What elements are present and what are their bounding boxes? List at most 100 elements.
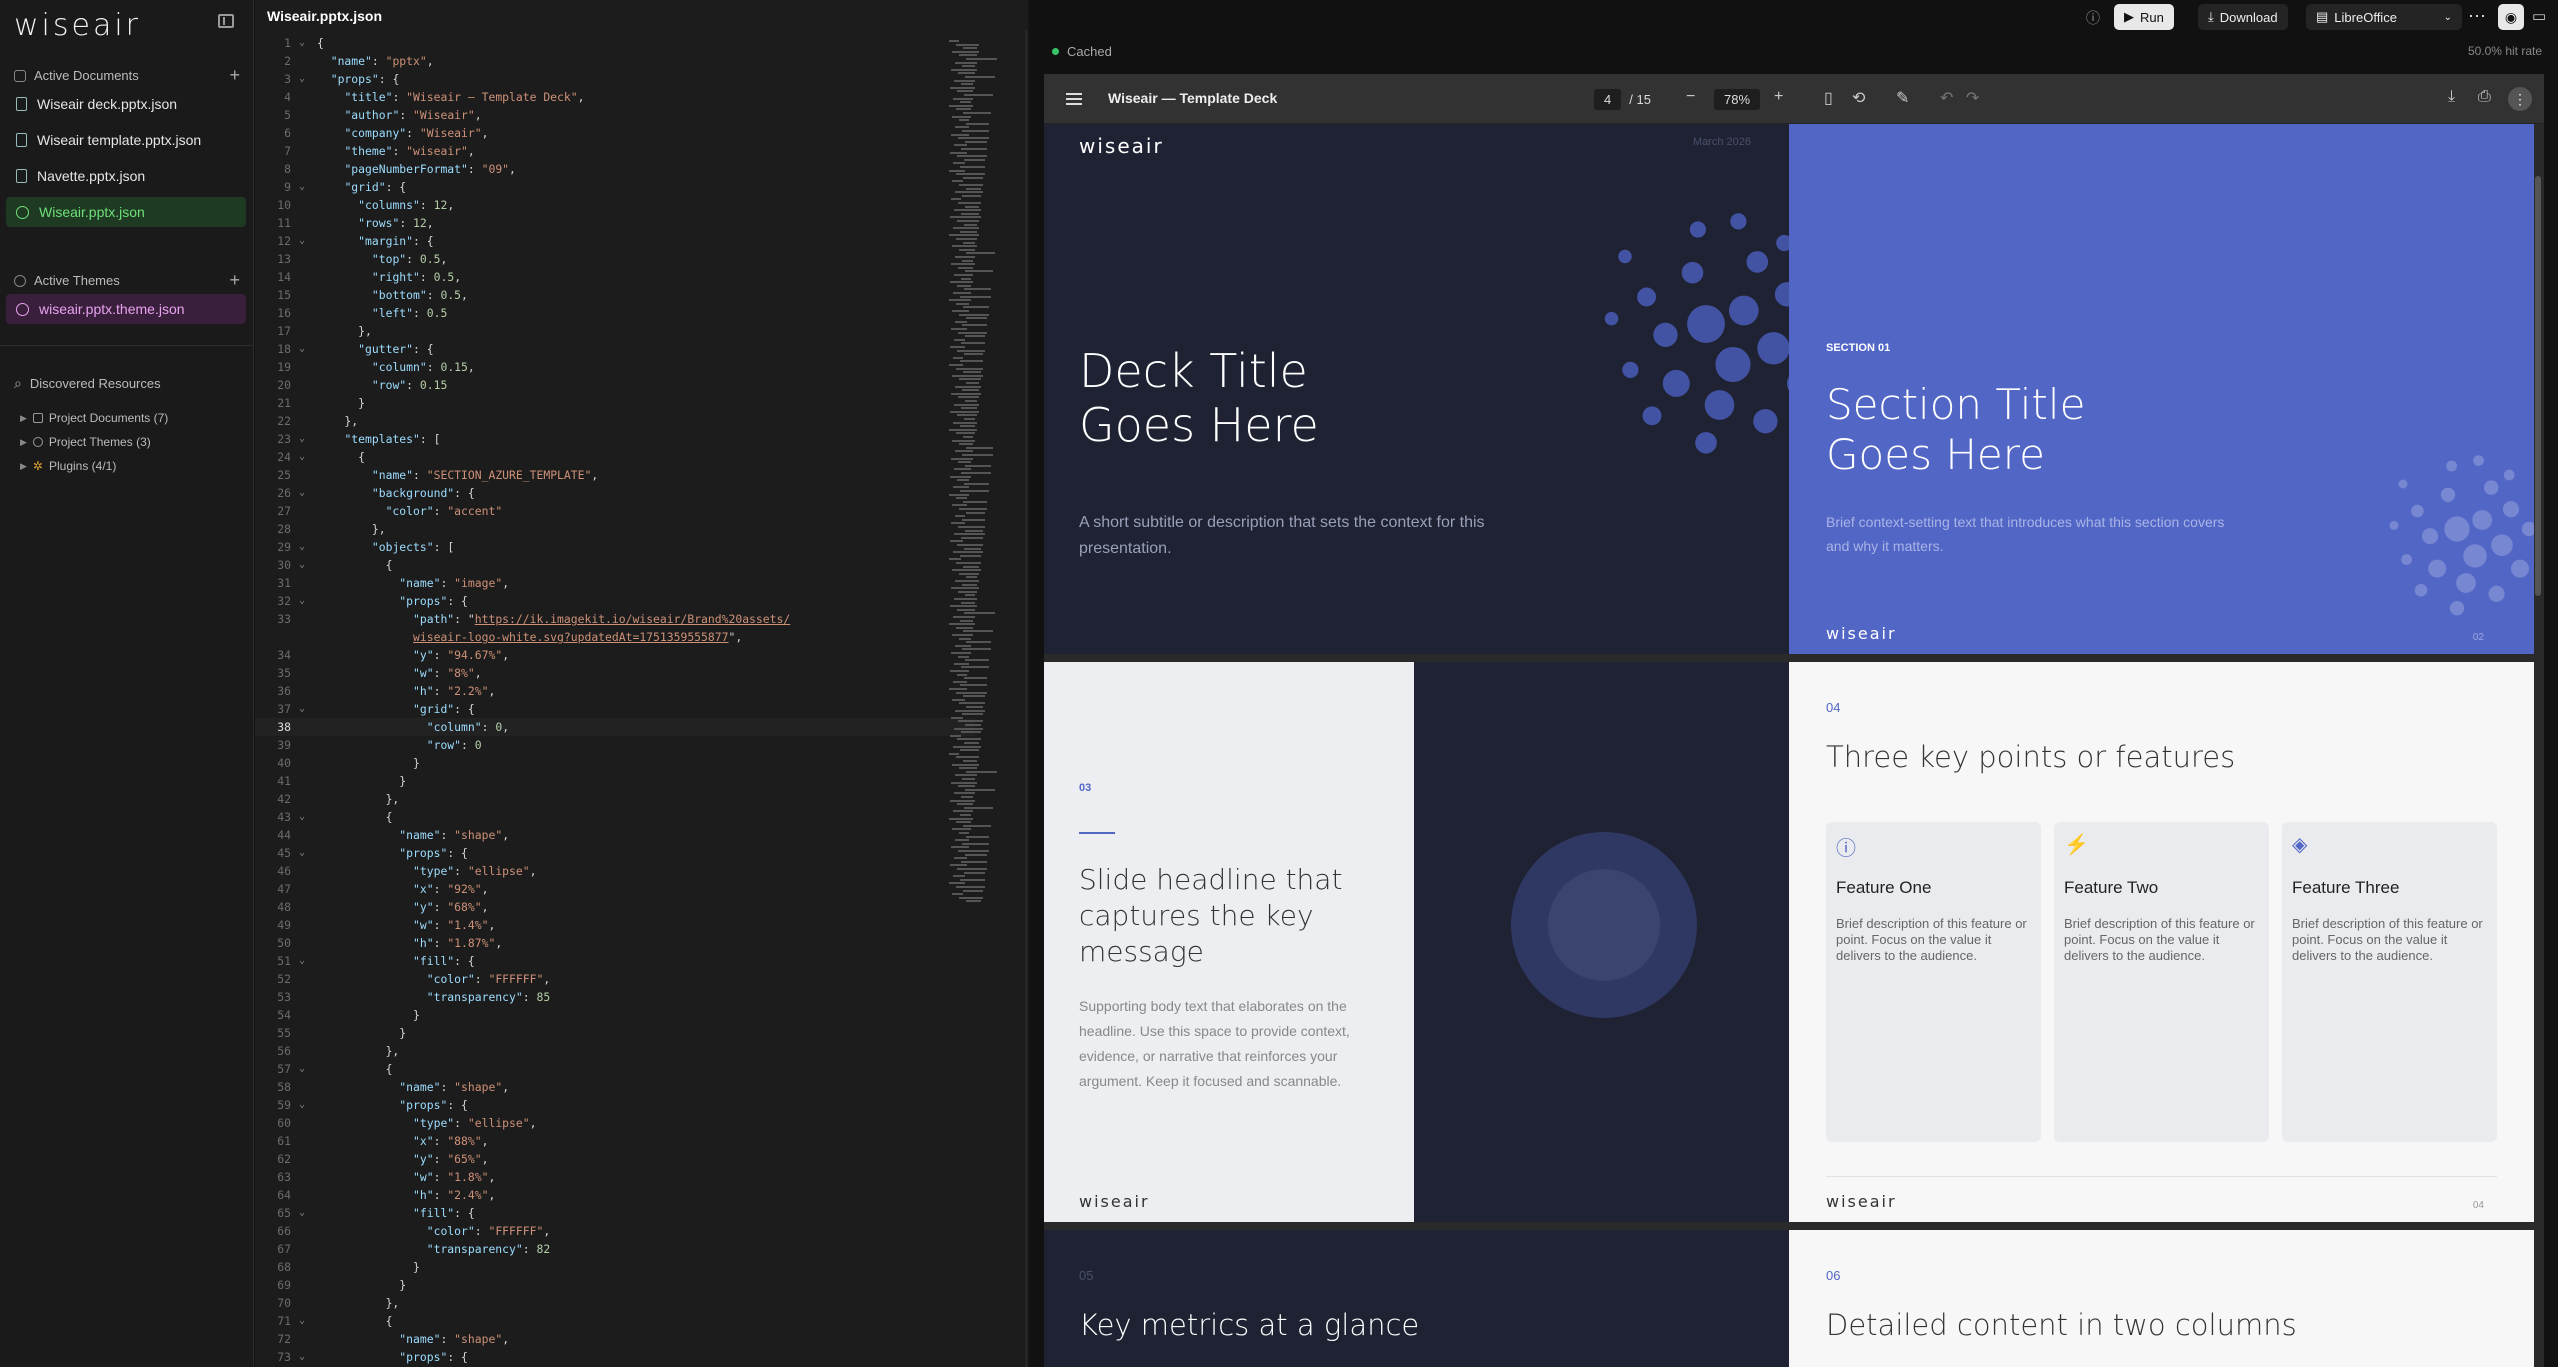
code-line[interactable]: 5 "author": "Wiseair", — [255, 106, 975, 124]
redo-icon[interactable]: ↷ — [1966, 88, 1979, 108]
code-line[interactable]: 23 ⌄ "templates": [ — [255, 430, 975, 448]
doc-item-wiseair-deck[interactable]: Wiseair deck.pptx.json — [6, 89, 246, 119]
code-line[interactable]: 51 ⌄ "fill": { — [255, 952, 975, 970]
code-line[interactable]: 29 ⌄ "objects": [ — [255, 538, 975, 556]
code-line[interactable]: 21 } — [255, 394, 975, 412]
code-line[interactable]: 60 "type": "ellipse", — [255, 1114, 975, 1132]
chat-icon[interactable]: ▭ — [2532, 7, 2546, 25]
code-line[interactable]: 55 } — [255, 1024, 975, 1042]
code-line[interactable]: 10 "columns": 12, — [255, 196, 975, 214]
code-line[interactable]: 54 } — [255, 1006, 975, 1024]
tree-project-documents[interactable]: ▶ Project Documents (7) — [20, 411, 168, 425]
code-area[interactable]: 1 ⌄{2 "name": "pptx", 3 ⌄ "props": {4 "titl… — [255, 34, 975, 1367]
code-line[interactable]: wiseair-logo-white.svg?updatedAt=1751359… — [255, 628, 975, 646]
doc-item-navette[interactable]: Navette.pptx.json — [6, 161, 246, 191]
add-document-button[interactable]: + — [229, 65, 240, 86]
code-line[interactable]: 57 ⌄ { — [255, 1060, 975, 1078]
tree-project-themes[interactable]: ▶ Project Themes (3) — [20, 435, 151, 449]
code-line[interactable]: 56 }, — [255, 1042, 975, 1060]
code-line[interactable]: 12 ⌄ "margin": { — [255, 232, 975, 250]
code-line[interactable]: 7 "theme": "wiseair", — [255, 142, 975, 160]
renderer-select[interactable]: ▤ LibreOffice ⌄ — [2306, 4, 2462, 30]
code-line[interactable]: 70 }, — [255, 1294, 975, 1312]
editor-splitter[interactable] — [1025, 30, 1028, 1367]
download-button[interactable]: ⤓ Download — [2198, 4, 2288, 30]
add-theme-button[interactable]: + — [229, 270, 240, 291]
code-line[interactable]: 59 ⌄ "props": { — [255, 1096, 975, 1114]
code-line[interactable]: 18 ⌄ "gutter": { — [255, 340, 975, 358]
code-line[interactable]: 69 } — [255, 1276, 975, 1294]
menu-icon[interactable] — [1066, 93, 1082, 105]
code-line[interactable]: 26 ⌄ "background": { — [255, 484, 975, 502]
code-line[interactable]: 73 ⌄ "props": { — [255, 1348, 975, 1366]
code-line[interactable]: 67 "transparency": 82 — [255, 1240, 975, 1258]
code-line[interactable]: 32 ⌄ "props": { — [255, 592, 975, 610]
code-line[interactable]: 43 ⌄ { — [255, 808, 975, 826]
code-line[interactable]: 40 } — [255, 754, 975, 772]
code-line[interactable]: 19 "column": 0.15, — [255, 358, 975, 376]
code-line[interactable]: 42 }, — [255, 790, 975, 808]
code-line[interactable]: 37 ⌄ "grid": { — [255, 700, 975, 718]
code-line[interactable]: 25 "name": "SECTION_AZURE_TEMPLATE", — [255, 466, 975, 484]
code-line[interactable]: 35 "w": "8%", — [255, 664, 975, 682]
code-line[interactable]: 66 "color": "FFFFFF", — [255, 1222, 975, 1240]
theme-item-wiseair[interactable]: wiseair.pptx.theme.json — [6, 294, 246, 324]
code-line[interactable]: 61 "x": "88%", — [255, 1132, 975, 1150]
code-line[interactable]: 27 "color": "accent" — [255, 502, 975, 520]
rotate-icon[interactable]: ⟲ — [1852, 88, 1865, 108]
slide-5[interactable]: 05 Key metrics at a glance — [1044, 1230, 1789, 1367]
code-line[interactable]: 34 "y": "94.67%", — [255, 646, 975, 664]
code-line[interactable]: 17 }, — [255, 322, 975, 340]
code-line[interactable]: 4 "title": "Wiseair — Template Deck", — [255, 88, 975, 106]
slide-1[interactable]: wiseair March 2026 Deck Title Goes Here A… — [1044, 124, 1789, 654]
collapse-sidebar-icon[interactable] — [218, 14, 234, 28]
code-line[interactable]: 28 }, — [255, 520, 975, 538]
doc-item-wiseair-active[interactable]: Wiseair.pptx.json — [6, 197, 246, 227]
code-line[interactable]: 39 "row": 0 — [255, 736, 975, 754]
info-icon[interactable]: ⓘ — [2086, 8, 2100, 28]
slide-pages[interactable]: wiseair March 2026 Deck Title Goes Here A… — [1044, 124, 2544, 1367]
code-line[interactable]: 22 }, — [255, 412, 975, 430]
code-line[interactable]: 15 "bottom": 0.5, — [255, 286, 975, 304]
code-line[interactable]: 20 "row": 0.15 — [255, 376, 975, 394]
viewer-scrollbar[interactable] — [2534, 176, 2542, 1367]
code-line[interactable]: 2 "name": "pptx", — [255, 52, 975, 70]
code-line[interactable]: 33 "path": "https://ik.imagekit.io/wisea… — [255, 610, 975, 628]
code-line[interactable]: 41 } — [255, 772, 975, 790]
code-line[interactable]: 52 "color": "FFFFFF", — [255, 970, 975, 988]
undo-icon[interactable]: ↶ — [1940, 88, 1953, 108]
preview-toggle-eye-icon[interactable]: ◉ — [2498, 4, 2524, 30]
code-line[interactable]: 6 "company": "Wiseair", — [255, 124, 975, 142]
code-line[interactable]: 1 ⌄{ — [255, 34, 975, 52]
zoom-level[interactable]: 78% — [1714, 87, 1761, 111]
code-line[interactable]: 24 ⌄ { — [255, 448, 975, 466]
page-input[interactable]: 4 — [1594, 88, 1622, 110]
slide-4[interactable]: 04 Three key points or features ⓘ Feature… — [1789, 662, 2534, 1222]
code-line[interactable]: 71 ⌄ { — [255, 1312, 975, 1330]
code-line[interactable]: 8 "pageNumberFormat": "09", — [255, 160, 975, 178]
code-line[interactable]: 38 "column": 0, — [255, 718, 975, 736]
doc-item-wiseair-template[interactable]: Wiseair template.pptx.json — [6, 125, 246, 155]
more-icon[interactable]: ⋯ — [2468, 6, 2486, 27]
code-line[interactable]: 50 "h": "1.87%", — [255, 934, 975, 952]
fit-page-icon[interactable]: ▯ — [1824, 88, 1833, 108]
code-line[interactable]: 11 "rows": 12, — [255, 214, 975, 232]
code-line[interactable]: 58 "name": "shape", — [255, 1078, 975, 1096]
code-line[interactable]: 31 "name": "image", — [255, 574, 975, 592]
code-line[interactable]: 36 "h": "2.2%", — [255, 682, 975, 700]
code-line[interactable]: 30 ⌄ { — [255, 556, 975, 574]
print-icon[interactable]: ⎙ — [2478, 88, 2491, 106]
tree-plugins[interactable]: ▶ ✲ Plugins (4/1) — [20, 459, 116, 473]
code-line[interactable]: 46 "type": "ellipse", — [255, 862, 975, 880]
annotate-icon[interactable]: ✎ — [1896, 88, 1909, 108]
code-line[interactable]: 9 ⌄ "grid": { — [255, 178, 975, 196]
code-line[interactable]: 53 "transparency": 85 — [255, 988, 975, 1006]
code-line[interactable]: 68 } — [255, 1258, 975, 1276]
code-line[interactable]: 13 "top": 0.5, — [255, 250, 975, 268]
code-line[interactable]: 64 "h": "2.4%", — [255, 1186, 975, 1204]
slide-3-left[interactable]: 03 Slide headline that captures the key … — [1044, 662, 1414, 1222]
scrollbar-thumb[interactable] — [2535, 176, 2541, 596]
code-line[interactable]: 14 "right": 0.5, — [255, 268, 975, 286]
code-line[interactable]: 65 ⌄ "fill": { — [255, 1204, 975, 1222]
slide-6[interactable]: 06 Detailed content in two columns — [1789, 1230, 2534, 1367]
